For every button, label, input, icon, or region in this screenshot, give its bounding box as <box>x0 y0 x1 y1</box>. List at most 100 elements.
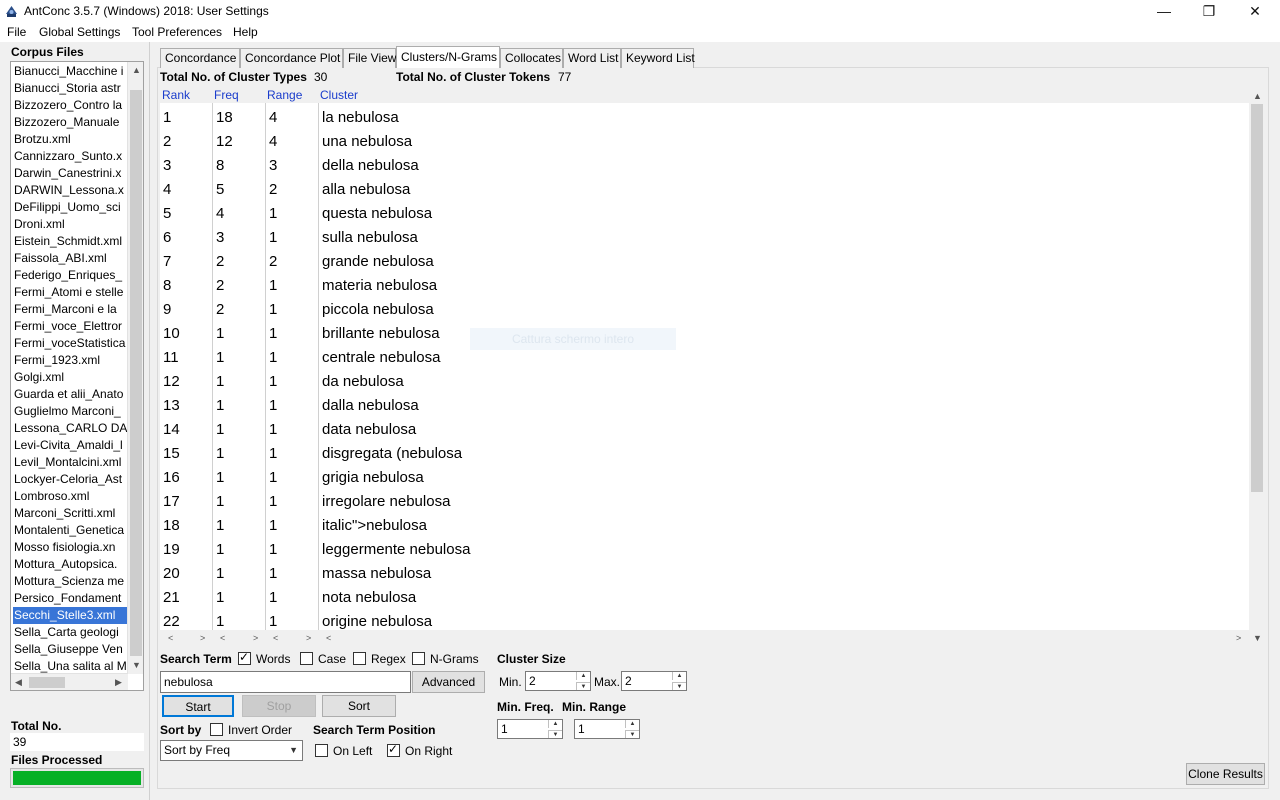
regex-checkbox[interactable] <box>353 652 366 665</box>
cluster-cell[interactable]: disgregata (nebulosa <box>322 442 462 466</box>
corpus-vertical-scrollbar[interactable]: ▲ ▼ <box>127 62 143 674</box>
table-row[interactable]: 22 1 1 origine nebulosa <box>160 610 1249 630</box>
table-row[interactable]: 1 18 4 la nebulosa <box>160 106 1249 130</box>
corpus-file-item[interactable]: Bizzozero_Contro la <box>13 97 127 114</box>
menu-file[interactable]: File <box>7 25 26 39</box>
min-range-spinner[interactable]: 1 ▲ ▼ <box>574 719 640 739</box>
corpus-file-item[interactable]: Golgi.xml <box>13 369 127 386</box>
invert-order-checkbox[interactable] <box>210 723 223 736</box>
cluster-cell[interactable]: alla nebulosa <box>322 178 410 202</box>
table-row[interactable]: 6 3 1 sulla nebulosa <box>160 226 1249 250</box>
corpus-file-item[interactable]: Lombroso.xml <box>13 488 127 505</box>
corpus-file-item[interactable]: Guarda et alii_Anato <box>13 386 127 403</box>
scroll-up-icon[interactable]: ▲ <box>132 65 141 75</box>
cluster-cell[interactable]: della nebulosa <box>322 154 419 178</box>
min-freq-spinner[interactable]: 1 ▲ ▼ <box>497 719 563 739</box>
corpus-file-item[interactable]: Levil_Montalcini.xml <box>13 454 127 471</box>
spin-up-icon[interactable]: ▲ <box>548 720 562 728</box>
tab-concordance[interactable]: Concordance <box>160 48 240 68</box>
table-row[interactable]: 13 1 1 dalla nebulosa <box>160 394 1249 418</box>
maximize-icon[interactable]: ❐ <box>1186 0 1232 22</box>
start-button[interactable]: Start <box>162 695 234 717</box>
range-scroll-right-icon[interactable]: > <box>306 633 311 643</box>
corpus-file-item[interactable]: Mosso fisiologia.xn <box>13 539 127 556</box>
table-row[interactable]: 8 2 1 materia nebulosa <box>160 274 1249 298</box>
cluster-cell[interactable]: sulla nebulosa <box>322 226 418 250</box>
table-row[interactable]: 2 12 4 una nebulosa <box>160 130 1249 154</box>
results-scroll-thumb[interactable] <box>1251 104 1263 492</box>
corpus-file-item[interactable]: Lessona_CARLO DA <box>13 420 127 437</box>
words-checkbox[interactable] <box>238 650 251 665</box>
corpus-file-item[interactable]: Bianucci_Storia astr <box>13 80 127 97</box>
spin-down-icon[interactable]: ▼ <box>672 682 686 690</box>
range-scroll-left-icon[interactable]: < <box>273 633 278 643</box>
table-row[interactable]: 17 1 1 irregolare nebulosa <box>160 490 1249 514</box>
table-row[interactable]: 16 1 1 grigia nebulosa <box>160 466 1249 490</box>
on-left-checkbox[interactable] <box>315 744 328 757</box>
corpus-file-item[interactable]: Mottura_Scienza me <box>13 573 127 590</box>
sort-by-select[interactable]: Sort by Freq ▼ <box>160 740 303 761</box>
corpus-scroll-thumb[interactable] <box>130 90 142 656</box>
corpus-file-item[interactable]: DARWIN_Lessona.x <box>13 182 127 199</box>
table-row[interactable]: 9 2 1 piccola nebulosa <box>160 298 1249 322</box>
corpus-file-item[interactable]: Sella_Carta geologi <box>13 624 127 641</box>
corpus-file-item[interactable]: DeFilippi_Uomo_sci <box>13 199 127 216</box>
results-vertical-scrollbar[interactable]: ▲ ▼ <box>1249 88 1265 646</box>
table-row[interactable]: 21 1 1 nota nebulosa <box>160 586 1249 610</box>
freq-scroll-left-icon[interactable]: < <box>220 633 225 643</box>
cluster-cell[interactable]: la nebulosa <box>322 106 399 130</box>
cluster-scroll-left-icon[interactable]: < <box>326 633 331 643</box>
cluster-cell[interactable]: piccola nebulosa <box>322 298 434 322</box>
freq-scroll-right-icon[interactable]: > <box>253 633 258 643</box>
corpus-file-item[interactable]: Fermi_1923.xml <box>13 352 127 369</box>
max-cluster-size-spinner[interactable]: 2 ▲ ▼ <box>621 671 687 691</box>
corpus-file-item[interactable]: Fermi_voce_Elettror <box>13 318 127 335</box>
tab-keyword-list[interactable]: Keyword List <box>621 48 695 68</box>
cluster-cell[interactable]: grigia nebulosa <box>322 466 424 490</box>
clone-results-button[interactable]: Clone Results <box>1186 763 1265 785</box>
panel-divider[interactable] <box>149 42 150 800</box>
cluster-cell[interactable]: da nebulosa <box>322 370 404 394</box>
spin-up-icon[interactable]: ▲ <box>576 672 590 680</box>
case-checkbox[interactable] <box>300 652 313 665</box>
corpus-file-item[interactable]: Mottura_Autopsica. <box>13 556 127 573</box>
corpus-file-item[interactable]: Droni.xml <box>13 216 127 233</box>
column-header-cluster[interactable]: Cluster <box>320 88 358 102</box>
corpus-file-item[interactable]: Cannizzaro_Sunto.x <box>13 148 127 165</box>
cluster-cell[interactable]: brillante nebulosa <box>322 322 440 346</box>
corpus-file-item[interactable]: Federigo_Enriques_ <box>13 267 127 284</box>
ngrams-checkbox[interactable] <box>412 652 425 665</box>
corpus-hscroll-thumb[interactable] <box>29 677 65 688</box>
column-header-freq[interactable]: Freq <box>214 88 239 102</box>
advanced-button[interactable]: Advanced <box>412 671 485 693</box>
tab-file-view[interactable]: File View <box>343 48 396 68</box>
tab-word-list[interactable]: Word List <box>563 48 621 68</box>
corpus-file-item[interactable]: Bianucci_Macchine i <box>13 63 127 80</box>
tab-collocates[interactable]: Collocates <box>500 48 563 68</box>
min-cluster-size-spinner[interactable]: 2 ▲ ▼ <box>525 671 591 691</box>
cluster-cell[interactable]: dalla nebulosa <box>322 394 419 418</box>
corpus-file-item[interactable]: Lockyer-Celoria_Ast <box>13 471 127 488</box>
corpus-file-list[interactable]: Bianucci_Macchine i Bianucci_Storia astr B… <box>10 61 144 691</box>
menu-global-settings[interactable]: Global Settings <box>39 25 120 39</box>
search-input[interactable] <box>160 671 411 693</box>
table-row[interactable]: 18 1 1 italic">nebulosa <box>160 514 1249 538</box>
corpus-file-item[interactable]: Brotzu.xml <box>13 131 127 148</box>
table-row[interactable]: 15 1 1 disgregata (nebulosa <box>160 442 1249 466</box>
results-table[interactable]: 1 18 4 la nebulosa 2 12 4 una nebulosa 3 8 3 della … <box>160 103 1249 630</box>
on-right-checkbox[interactable] <box>387 742 400 757</box>
corpus-file-item[interactable]: Bizzozero_Manuale <box>13 114 127 131</box>
menu-help[interactable]: Help <box>233 25 258 39</box>
rank-scroll-right-icon[interactable]: > <box>200 633 205 643</box>
scroll-left-icon[interactable]: ◀ <box>15 677 22 688</box>
cluster-cell[interactable]: leggermente nebulosa <box>322 538 470 562</box>
corpus-horizontal-scrollbar[interactable]: ◀ ▶ <box>11 673 128 690</box>
spin-up-icon[interactable]: ▲ <box>672 672 686 680</box>
scroll-down-icon[interactable]: ▼ <box>132 660 141 670</box>
cluster-cell[interactable]: grande nebulosa <box>322 250 434 274</box>
column-header-rank[interactable]: Rank <box>162 88 190 102</box>
table-row[interactable]: 20 1 1 massa nebulosa <box>160 562 1249 586</box>
results-horizontal-scrollbar[interactable]: < > < > < > < > <box>160 630 1249 646</box>
table-row[interactable]: 12 1 1 da nebulosa <box>160 370 1249 394</box>
corpus-file-item[interactable]: Sella_Giuseppe Ven <box>13 641 127 658</box>
